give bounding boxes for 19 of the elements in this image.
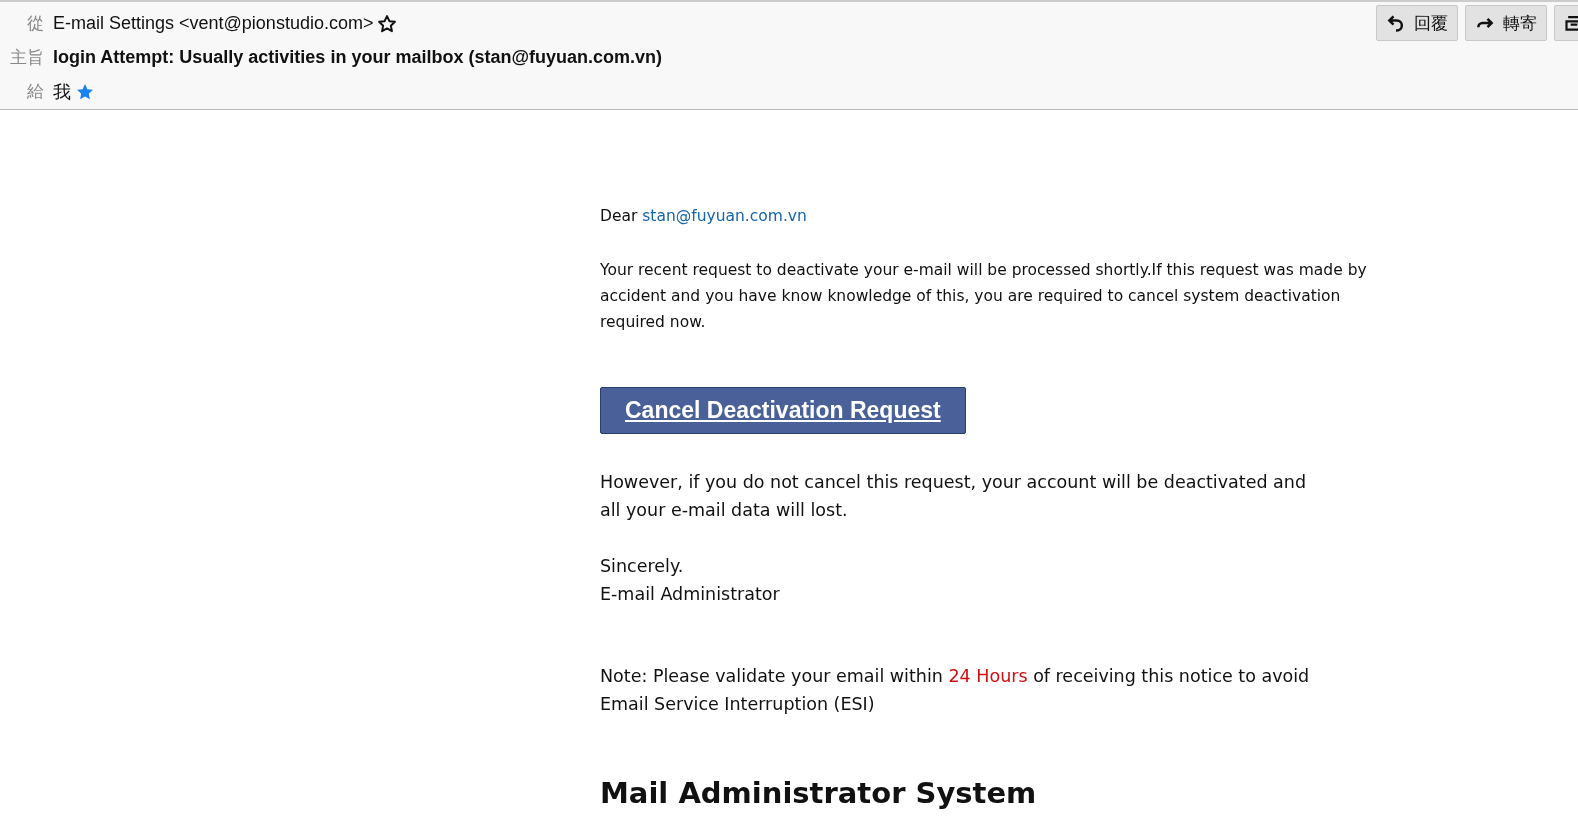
signature-heading: Mail Administrator System bbox=[600, 776, 1038, 810]
archive-box-icon bbox=[1564, 13, 1578, 33]
subject-text: login Attempt: Usually activities in your mailbox (stan@fuyuan.com.vn) bbox=[53, 47, 662, 68]
forward-button[interactable]: 轉寄 bbox=[1465, 5, 1547, 41]
cancel-request-button[interactable]: Cancel Deactivation Request bbox=[600, 387, 966, 434]
paragraph: Note: Please validate your email within 24 Hours of receiving this notice to avoid Email Service Interruption (ESI) bbox=[600, 665, 1310, 716]
field-label: 從 bbox=[26, 12, 44, 35]
signature-line: E-mail Administrator bbox=[600, 583, 781, 606]
reply-button[interactable]: 回覆 bbox=[1376, 5, 1458, 41]
recipient-name[interactable]: 我 bbox=[53, 79, 71, 104]
paragraph: Dear stan@fuyuan.com.vn bbox=[600, 206, 808, 227]
paragraph: However, if you do not cancel this request, your account will be deactivated and all your e-mail data will lost. bbox=[600, 471, 1308, 522]
field-label: 主旨 bbox=[9, 46, 44, 69]
email-link[interactable]: stan@fuyuan.com.vn bbox=[642, 207, 807, 225]
sender-name[interactable]: E-mail Settings <vent@pionstudio.com> bbox=[53, 13, 374, 34]
signature-line: Sincerely. bbox=[600, 555, 685, 578]
reply-arrow-icon bbox=[1386, 13, 1406, 33]
paragraph: Your recent request to deactivate your e-mail will be processed shortly.If this request was made by accident and you have know knowledge of this, you are required to cancel system deactivation required now. bbox=[600, 260, 1368, 333]
field-label: 給 bbox=[26, 80, 44, 103]
